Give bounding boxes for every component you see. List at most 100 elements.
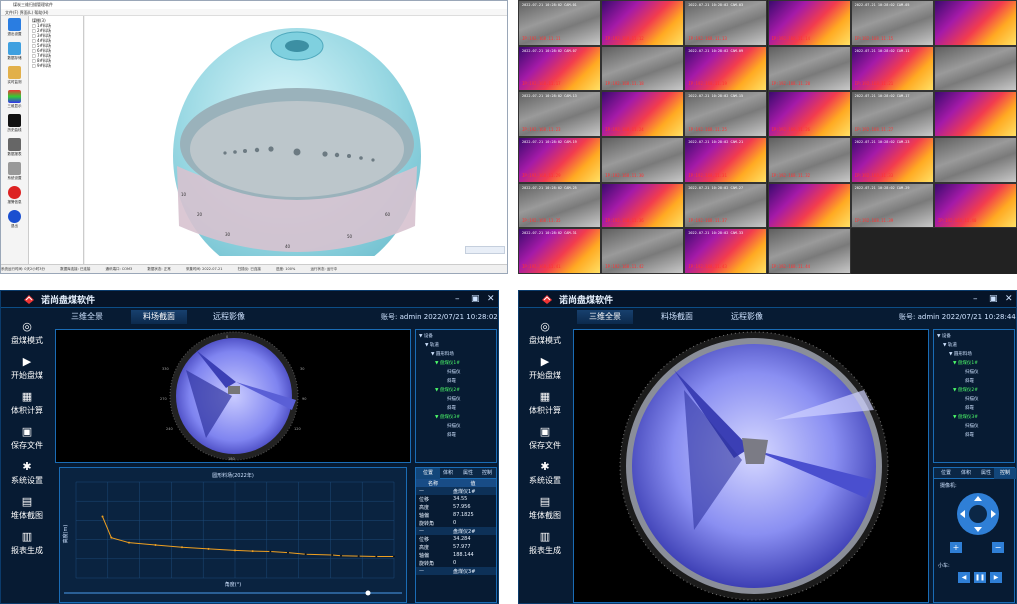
camera-feed[interactable]: 2022-07-21 10:28:02 CAM-33 IP:192.168.11.…	[684, 228, 768, 274]
camera-feed[interactable]: IP:192.168.11.30	[601, 137, 685, 183]
camera-feed[interactable]: 2022-07-21 10:28:02 CAM-13 IP:192.168.11.…	[518, 91, 602, 137]
menu-bar[interactable]: 文件(F) 界面(L) 帮助(H)	[1, 9, 507, 16]
view-toolbar[interactable]	[465, 246, 505, 254]
maximize-button[interactable]: ▣	[989, 294, 998, 304]
camera-feed[interactable]: IP:192.168.11.26	[767, 91, 851, 137]
toolbar-item-4[interactable]: 历史曲线	[3, 114, 26, 136]
camera-feed[interactable]	[933, 45, 1017, 92]
tree-leaf[interactable]: 扫描仪	[419, 368, 493, 377]
close-button[interactable]: ✕	[487, 294, 495, 304]
toolbar-item-3[interactable]: 三维显示	[3, 90, 26, 112]
tree-device-2[interactable]: ▼ 盘煤仪2#	[937, 386, 1011, 395]
camera-feed[interactable]: IP:192.168.11.40	[933, 182, 1017, 229]
camera-feed[interactable]: IP:192.168.11.36	[601, 182, 685, 229]
menu-item-2[interactable]: ▦ 体积计算	[1, 391, 53, 425]
camera-feed[interactable]: 2022-07-21 10:28:02 CAM-01 IP:192.168.11.…	[518, 0, 602, 46]
cart-back-button[interactable]: ◀	[958, 572, 970, 583]
menu-item-0[interactable]: ◎ 盘煤模式	[519, 321, 571, 355]
camera-feed[interactable]: IP:192.168.11.24	[601, 91, 685, 137]
tree-device-1[interactable]: ▼ 盘煤仪1#	[937, 359, 1011, 368]
tree-device-3[interactable]: ▼ 盘煤仪3#	[419, 413, 493, 422]
tree-leaf[interactable]: 扫描仪	[937, 422, 1011, 431]
tab-3d-panorama[interactable]: 三维全景	[59, 310, 115, 324]
menu-item-4[interactable]: ✱ 系统设置	[519, 461, 571, 495]
maximize-button[interactable]: ▣	[471, 294, 480, 304]
zoom-out-button[interactable]: −	[992, 542, 1004, 553]
tab-remote-video[interactable]: 远程影像	[201, 310, 257, 324]
chart-scroll-thumb[interactable]	[365, 590, 371, 596]
menu-item-3[interactable]: ▣ 保存文件	[519, 426, 571, 460]
ptab-control[interactable]: 控制	[476, 468, 498, 479]
camera-feed[interactable]	[933, 91, 1017, 137]
camera-feed[interactable]: IP:192.168.11.18	[601, 45, 685, 92]
menu-item-1[interactable]: ▶ 开始盘煤	[519, 356, 571, 390]
close-button[interactable]: ✕	[1005, 294, 1013, 304]
camera-feed[interactable]: 2022-07-21 10:28:02 CAM-19 IP:192.168.11.…	[518, 137, 602, 183]
camera-feed[interactable]: 2022-07-21 10:28:02 CAM-11 IP:192.168.11.…	[850, 45, 934, 92]
ptz-dpad[interactable]	[956, 492, 1000, 536]
menu-item-1[interactable]: ▶ 开始盘煤	[1, 356, 53, 390]
tree-leaf[interactable]: 扫描仪	[937, 395, 1011, 404]
project-tree[interactable]: 煤棚(3) □ 1#料场 □ 2#料场 □ 3#料场 □ 4#料场 □ 5#料场…	[29, 16, 84, 266]
menu-item-0[interactable]: ◎ 盘煤模式	[1, 321, 53, 355]
panorama-3d-view[interactable]	[573, 329, 929, 603]
menu-item-3[interactable]: ▣ 保存文件	[1, 426, 53, 460]
device-tree[interactable]: ▼ 设备 ▼ 轨道 ▼ 圆形料场 ▼ 盘煤仪1# 扫描仪 斜靠 ▼ 盘煤仪2# …	[415, 329, 497, 463]
camera-feed[interactable]: 2022-07-21 10:28:02 CAM-07 IP:192.168.11.…	[518, 45, 602, 92]
camera-feed[interactable]: 2022-07-21 10:28:02 CAM-17 IP:192.168.11.…	[850, 91, 934, 137]
tree-leaf[interactable]: 扫描仪	[937, 368, 1011, 377]
device-tree[interactable]: ▼ 设备 ▼ 轨道 ▼ 圆形料场 ▼ 盘煤仪1# 扫描仪 斜靠 ▼ 盘煤仪2# …	[933, 329, 1015, 463]
tree-device-1[interactable]: ▼ 盘煤仪1#	[419, 359, 493, 368]
camera-feed[interactable]	[933, 137, 1017, 183]
tree-leaf[interactable]: 斜靠	[419, 377, 493, 386]
menu-item-6[interactable]: ▥ 报表生成	[519, 531, 571, 565]
minimize-button[interactable]: –	[455, 294, 460, 304]
chart-scrollbar[interactable]	[64, 592, 402, 594]
camera-feed[interactable]: IP:192.168.11.20	[767, 45, 851, 92]
tree-leaf[interactable]: 斜靠	[419, 404, 493, 413]
menu-item-5[interactable]: ▤ 堆体截图	[519, 496, 571, 530]
toolbar-item-8[interactable]: 退出	[3, 210, 26, 232]
dome-3d-view[interactable]: 10 20 30 40 50 60	[85, 16, 507, 273]
tree-leaf[interactable]: 斜靠	[937, 431, 1011, 440]
camera-feed[interactable]: 2022-07-21 10:28:02 CAM-15 IP:192.168.11.…	[684, 91, 768, 137]
tree-device-2[interactable]: ▼ 盘煤仪2#	[419, 386, 493, 395]
menu-item-4[interactable]: ✱ 系统设置	[1, 461, 53, 495]
section-3d-view[interactable]: 330 270 240 0 30 90 120 180	[55, 329, 411, 463]
camera-feed[interactable]: IP:192.168.11.14	[767, 0, 851, 46]
tree-leaf[interactable]: 扫描仪	[419, 422, 493, 431]
camera-feed[interactable]	[767, 182, 851, 229]
tree-root[interactable]: ▼ 设备	[937, 332, 1011, 341]
menu-item-2[interactable]: ▦ 体积计算	[519, 391, 571, 425]
tree-device-3[interactable]: ▼ 盘煤仪3#	[937, 413, 1011, 422]
tree-node[interactable]: □ 9#料场	[32, 63, 80, 68]
toolbar-item-5[interactable]: 数据报表	[3, 138, 26, 160]
camera-feed[interactable]: 2022-07-21 10:28:02 CAM-27 IP:192.168.11.…	[684, 182, 768, 229]
tree-leaf[interactable]: 斜靠	[937, 404, 1011, 413]
camera-feed[interactable]: IP:192.168.11.32	[767, 137, 851, 183]
cart-pause-button[interactable]: ❚❚	[974, 572, 986, 583]
toolbar-item-7[interactable]: 报警信息	[3, 186, 26, 208]
tree-leaf[interactable]: 斜靠	[937, 377, 1011, 386]
tab-remote-video[interactable]: 远程影像	[719, 310, 775, 324]
zoom-in-button[interactable]: +	[950, 542, 962, 553]
camera-feed[interactable]: IP:192.168.11.42	[601, 228, 685, 274]
minimize-button[interactable]: –	[973, 294, 978, 304]
tree-yard[interactable]: ▼ 圆形料场	[937, 350, 1011, 359]
camera-feed[interactable]: 2022-07-21 10:28:02 CAM-05 IP:192.168.11.…	[850, 0, 934, 46]
camera-feed[interactable]: 2022-07-21 10:28:02 CAM-03 IP:192.168.11.…	[684, 0, 768, 46]
tree-yard[interactable]: ▼ 圆形料场	[419, 350, 493, 359]
toolbar-item-0[interactable]: 退出设置	[3, 18, 26, 40]
ptab-control[interactable]: 控制	[994, 468, 1016, 479]
camera-feed[interactable]: 2022-07-21 10:28:02 CAM-29 IP:192.168.11.…	[850, 182, 934, 229]
menu-item-5[interactable]: ▤ 堆体截图	[1, 496, 53, 530]
tab-section[interactable]: 料场截面	[131, 310, 187, 324]
camera-feed[interactable]	[933, 0, 1017, 46]
camera-feed[interactable]: 2022-07-21 10:28:02 CAM-23 IP:192.168.11.…	[850, 137, 934, 183]
toolbar-item-2[interactable]: 实时监测	[3, 66, 26, 88]
camera-feed[interactable]: 2022-07-21 10:28:02 CAM-25 IP:192.168.11.…	[518, 182, 602, 229]
tree-leaf[interactable]: 斜靠	[419, 431, 493, 440]
menu-item-6[interactable]: ▥ 报表生成	[1, 531, 53, 565]
camera-feed[interactable]: 2022-07-21 10:28:02 CAM-31 IP:192.168.11.…	[518, 228, 602, 274]
toolbar-item-1[interactable]: 数据存储	[3, 42, 26, 64]
